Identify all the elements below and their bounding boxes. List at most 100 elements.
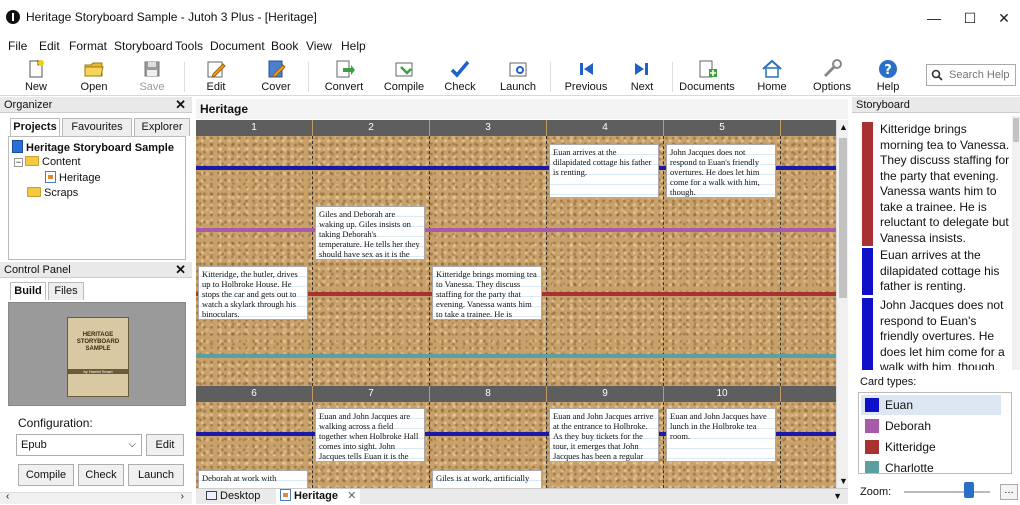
menu-format[interactable]: Format [69, 39, 107, 53]
options-button[interactable]: Options [808, 56, 856, 96]
storyboard-card[interactable]: Kitteridge brings morning tea to Vanessa… [432, 266, 542, 320]
storyboard-card[interactable]: Giles and Deborah are waking up. Giles i… [315, 206, 425, 260]
close-organizer-icon[interactable]: ✕ [175, 97, 186, 113]
menu-help[interactable]: Help [341, 39, 366, 53]
card-type-kitteridge[interactable]: Kitteridge [861, 437, 1001, 457]
storyboard-card[interactable]: Euan arrives at the dilapidated cottage … [549, 144, 659, 198]
column-header[interactable] [781, 120, 836, 136]
column-header[interactable]: 1 [196, 120, 312, 136]
menu-file[interactable]: File [8, 39, 27, 53]
documents-button[interactable]: Documents [678, 56, 736, 96]
tree-item-project[interactable]: Heritage Storyboard Sample [12, 140, 174, 154]
column-header[interactable]: 2 [313, 120, 429, 136]
previous-button[interactable]: Previous [560, 56, 612, 96]
menu-tools[interactable]: Tools [175, 39, 203, 53]
zoom-slider-thumb[interactable] [964, 482, 974, 498]
scroll-up-icon[interactable]: ▲ [839, 122, 848, 132]
zoom-options-button[interactable]: … [1000, 484, 1018, 500]
check-panel-button[interactable]: Check [78, 464, 124, 486]
cover-icon [268, 60, 286, 78]
column-header[interactable]: 8 [430, 386, 546, 402]
minimize-button[interactable]: — [914, 6, 954, 30]
storyboard-card[interactable]: Kitteridge, the butler, drives up to Hol… [198, 266, 308, 320]
storyboard-list-item[interactable]: Euan arrives at the dilapidated cottage … [862, 248, 1010, 295]
storyboard-item-text: Kitteridge brings morning tea to Vanessa… [880, 122, 1010, 245]
tab-projects[interactable]: Projects [10, 118, 60, 136]
tab-build[interactable]: Build [10, 282, 46, 300]
help-icon: ? [879, 60, 897, 78]
scroll-right-icon[interactable]: › [181, 491, 184, 502]
storyboard-card[interactable]: Euan and John Jacques arrive at the entr… [549, 408, 659, 462]
menu-storyboard[interactable]: Storyboard [114, 39, 173, 53]
scroll-left-icon[interactable]: ‹ [6, 491, 9, 502]
storyboard-card[interactable]: Deborah at work with [198, 470, 308, 488]
close-tab-icon[interactable]: ✕ [347, 490, 356, 502]
compile-button[interactable]: Compile [378, 56, 430, 96]
zoom-label: Zoom: [860, 486, 892, 498]
storyboard-doc-icon [280, 489, 291, 501]
storyboard-list-scrollbar[interactable] [1012, 116, 1020, 370]
collapse-icon[interactable]: − [14, 158, 23, 167]
window-title: Heritage Storyboard Sample - Jutoh 3 Plu… [26, 10, 317, 24]
edit-button[interactable]: Edit [194, 56, 238, 96]
card-types-list: Euan Deborah Kitteridge Charlotte [858, 392, 1012, 474]
launch-panel-button[interactable]: Launch [128, 464, 184, 486]
card-type-euan[interactable]: Euan [861, 395, 1001, 415]
launch-button[interactable]: Launch [496, 56, 540, 96]
convert-button[interactable]: Convert [318, 56, 370, 96]
help-button[interactable]: ? Help [866, 56, 910, 96]
close-control-panel-icon[interactable]: ✕ [175, 262, 186, 278]
tab-explorer[interactable]: Explorer [134, 118, 190, 136]
scroll-down-icon[interactable]: ▼ [839, 476, 848, 486]
storyboard-list-item[interactable]: John Jacques does not respond to Euan's … [862, 298, 1010, 370]
search-box[interactable] [926, 64, 1016, 86]
column-header[interactable] [781, 386, 836, 402]
tree-item-heritage[interactable]: Heritage [45, 171, 101, 184]
column-header[interactable]: 7 [313, 386, 429, 402]
card-type-charlotte[interactable]: Charlotte [861, 458, 1001, 473]
zoom-slider-track[interactable] [904, 491, 990, 493]
new-button[interactable]: New [14, 56, 58, 96]
column-header[interactable]: 6 [196, 386, 312, 402]
save-button[interactable]: Save [130, 56, 174, 96]
storyboard-list-item[interactable]: Kitteridge brings morning tea to Vanessa… [862, 122, 1010, 246]
storyboard-card[interactable]: Euan and John Jacques are walking across… [315, 408, 425, 462]
close-button[interactable]: ✕ [984, 6, 1020, 30]
column-header[interactable]: 3 [430, 120, 546, 136]
open-button[interactable]: Open [72, 56, 116, 96]
storyboard-card[interactable]: Euan and John Jacques have lunch in the … [666, 408, 776, 462]
menu-edit[interactable]: Edit [39, 39, 60, 53]
edit-configuration-button[interactable]: Edit [146, 434, 184, 456]
cover-button[interactable]: Cover [254, 56, 298, 96]
scrollbar-thumb[interactable] [1013, 118, 1019, 142]
column-header[interactable]: 10 [664, 386, 780, 402]
menu-document[interactable]: Document [210, 39, 265, 53]
column-header[interactable]: 9 [547, 386, 663, 402]
card-type-deborah[interactable]: Deborah [861, 416, 1001, 436]
control-panel-title: Control Panel [4, 264, 71, 276]
scrollbar-thumb[interactable] [839, 138, 847, 298]
tree-item-content[interactable]: − Content [14, 156, 81, 168]
column-header[interactable]: 5 [664, 120, 780, 136]
tab-favourites[interactable]: Favourites [62, 118, 132, 136]
tree-heritage-label: Heritage [59, 172, 101, 184]
storyboard-card[interactable]: Giles is at work, artificially [432, 470, 542, 488]
next-button[interactable]: Next [620, 56, 664, 96]
tab-files[interactable]: Files [48, 282, 84, 300]
configuration-select[interactable]: Epub ⌵ [16, 434, 142, 456]
horizontal-scrollbar[interactable]: ‹ › [0, 491, 192, 504]
tab-heritage[interactable]: Heritage ✕ [276, 489, 360, 505]
toolbar-separator [184, 62, 185, 92]
menu-book[interactable]: Book [271, 39, 298, 53]
tree-item-scraps[interactable]: Scraps [27, 187, 78, 199]
menu-view[interactable]: View [306, 39, 332, 53]
storyboard-card[interactable]: John Jacques does not respond to Euan's … [666, 144, 776, 198]
check-button[interactable]: Check [438, 56, 482, 96]
storyboard-scrollbar[interactable]: ▲ ▼ [836, 120, 848, 488]
search-input[interactable] [947, 67, 1013, 83]
column-header[interactable]: 4 [547, 120, 663, 136]
tab-desktop[interactable]: Desktop [202, 489, 274, 505]
tab-menu-icon[interactable]: ▼ [833, 491, 842, 501]
compile-panel-button[interactable]: Compile [18, 464, 74, 486]
home-button[interactable]: Home [750, 56, 794, 96]
